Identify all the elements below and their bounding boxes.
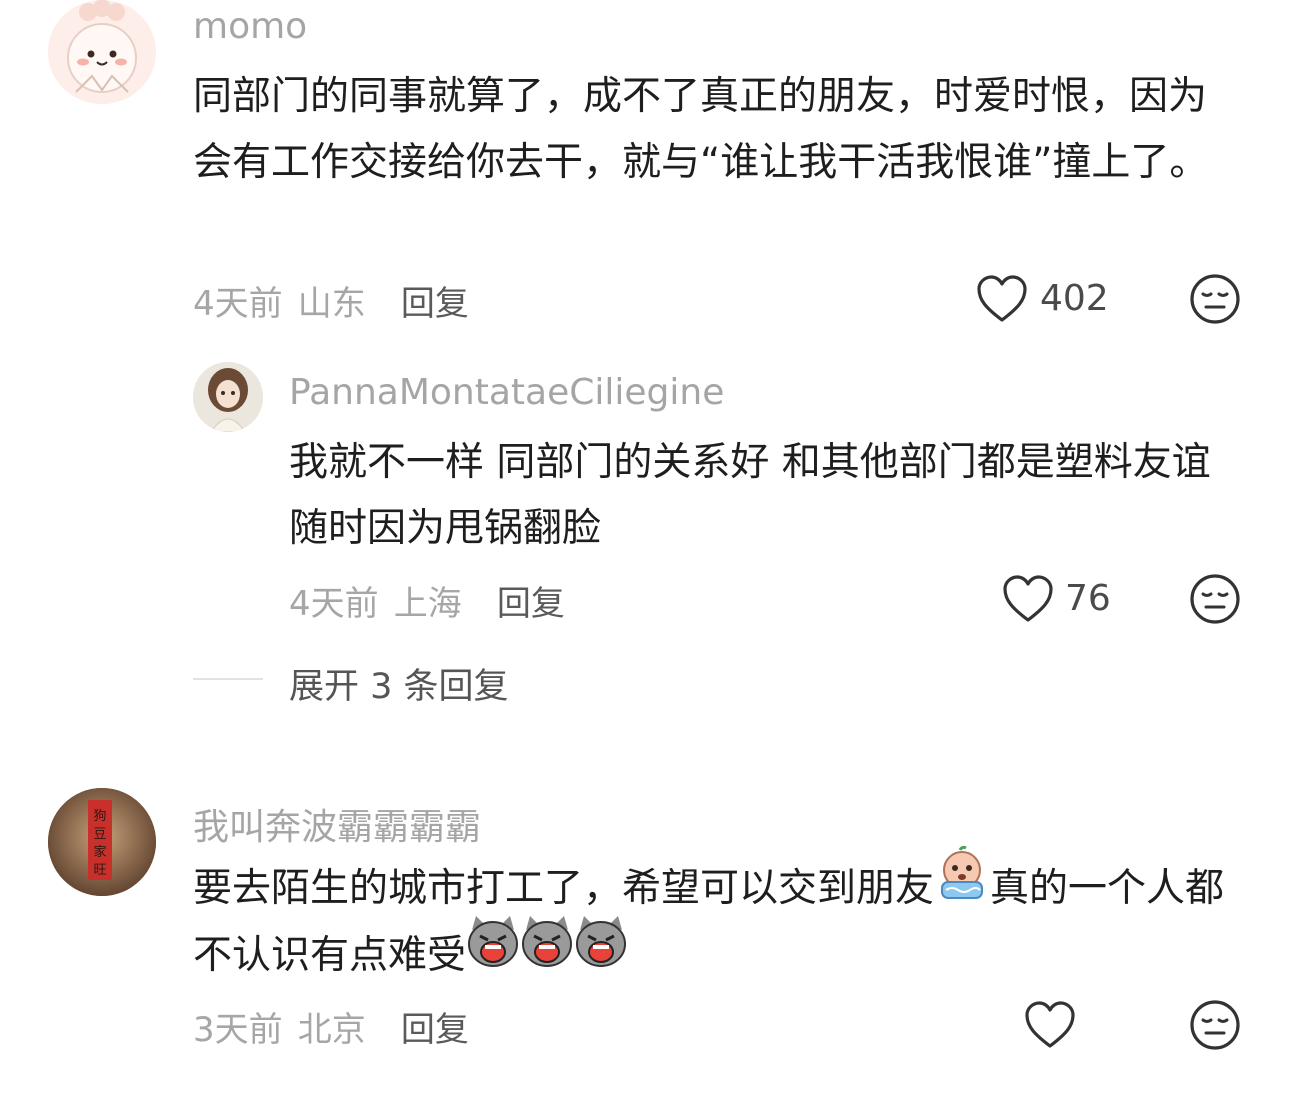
crying-cat-emoji-icon: [466, 914, 520, 989]
heart-icon: [1025, 1001, 1075, 1048]
reply-dislike-button[interactable]: [1189, 573, 1241, 625]
reply-like-button[interactable]: [1002, 574, 1054, 624]
like-button[interactable]: [976, 274, 1028, 324]
comment-username[interactable]: momo: [193, 6, 307, 47]
reply-button[interactable]: 回复: [401, 1010, 469, 1050]
comment-text: 要去陌生的城市打工了，希望可以交到朋友 真的一个人都不认识有点难受: [193, 845, 1238, 989]
cartoon-girl-avatar-icon: [48, 0, 156, 104]
svg-text:旺: 旺: [93, 863, 106, 878]
reply-username[interactable]: PannaMontataeCiliegine: [289, 372, 724, 413]
like-button[interactable]: [1024, 1000, 1076, 1050]
crying-cat-emoji-icon: [574, 914, 628, 989]
expand-divider: [193, 678, 263, 680]
comment-meta: 3天前 北京 回复: [193, 1002, 469, 1051]
heart-icon: [1003, 575, 1053, 622]
like-count: 402: [1040, 278, 1109, 319]
reply-reply-button[interactable]: 回复: [497, 584, 565, 624]
comment-username[interactable]: 我叫奔波霸霸霸霸: [193, 798, 481, 850]
reply-time: 4天前: [289, 584, 379, 624]
svg-text:家: 家: [93, 844, 106, 860]
comment-text-part1: 要去陌生的城市打工了，希望可以交到朋友: [193, 866, 935, 911]
reply-like-count: 76: [1065, 578, 1111, 619]
comment-location: 北京: [297, 1010, 366, 1050]
avatar[interactable]: [48, 0, 156, 104]
crying-baby-emoji-icon: [934, 845, 990, 923]
svg-text:豆: 豆: [93, 827, 106, 842]
doll-avatar-icon: [193, 362, 263, 432]
reply-text: 我就不一样 同部门的关系好 和其他部门都是塑料友谊 随时因为甩锅翻脸: [289, 440, 1211, 551]
crying-cat-emoji-icon: [520, 914, 574, 989]
comment-time: 3天前: [193, 1010, 283, 1050]
svg-text:狗: 狗: [93, 809, 106, 824]
expand-replies-button[interactable]: 展开 3 条回复: [289, 658, 509, 709]
dislike-button[interactable]: [1189, 273, 1241, 325]
meh-face-icon: [1190, 574, 1240, 624]
comment-meta: 4天前 山东 回复: [193, 276, 469, 325]
meh-face-icon: [1190, 1000, 1240, 1050]
reply-meta: 4天前 上海 回复: [289, 576, 565, 625]
comment-text: 同部门的同事就算了，成不了真正的朋友，时爱时恨，因为会有工作交接给你去干，就与“…: [193, 74, 1209, 185]
reply-avatar[interactable]: [193, 362, 263, 432]
red-banner-avatar-icon: 狗 豆 家 旺: [48, 788, 156, 896]
reply-location: 上海: [393, 584, 462, 624]
meh-face-icon: [1190, 274, 1240, 324]
dislike-button[interactable]: [1189, 999, 1241, 1051]
reply-button[interactable]: 回复: [401, 284, 469, 324]
comment-time: 4天前: [193, 284, 283, 324]
heart-icon: [977, 275, 1027, 322]
comment-location: 山东: [297, 284, 366, 324]
avatar[interactable]: 狗 豆 家 旺: [48, 788, 156, 896]
